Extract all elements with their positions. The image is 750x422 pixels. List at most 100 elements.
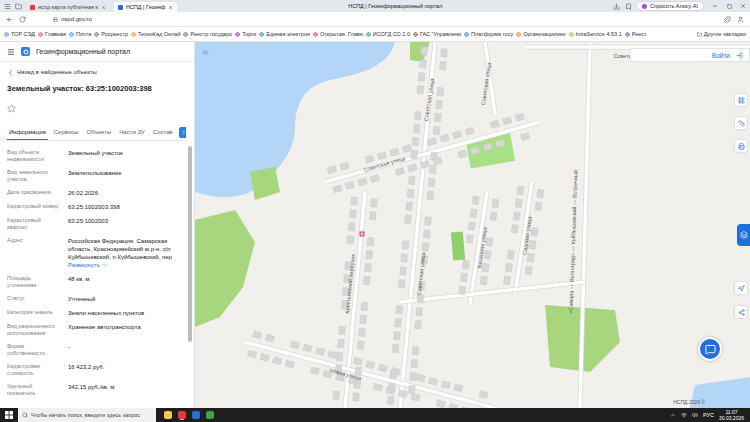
ruler-icon	[738, 120, 745, 127]
scroll-thumb[interactable]	[188, 146, 192, 342]
browser-tab[interactable]: нспд карта публичная к	[26, 2, 110, 12]
app-icon[interactable]	[192, 411, 200, 419]
close-icon[interactable]	[168, 5, 173, 10]
panel-tab[interactable]: Сервисы	[52, 124, 81, 140]
bookmark-item[interactable]: Единая электрон	[259, 31, 310, 37]
logo-icon[interactable]	[21, 47, 30, 56]
field-value: Земли населенных пунктов	[68, 309, 182, 317]
building	[454, 384, 463, 392]
address-field[interactable]: nspd.gov.ru	[49, 14, 719, 25]
maximize-button[interactable]	[722, 0, 736, 12]
windows-logo-icon	[5, 411, 13, 419]
building	[396, 306, 403, 315]
bookmark-label: ИСОГД СО 2.0	[373, 31, 410, 37]
app-header: Геоинформационный портал	[0, 42, 194, 62]
browser-tab[interactable]: НСПД | Геоинф	[114, 2, 177, 12]
bookmark-item[interactable]: Торги	[235, 31, 256, 37]
panel-tab[interactable]: Части ЗУ	[117, 124, 146, 140]
building	[460, 273, 467, 282]
language-indicator[interactable]: РУС	[703, 412, 714, 418]
field-label: Адрес	[7, 237, 61, 269]
building	[327, 166, 336, 174]
map-tool-button[interactable]	[735, 117, 747, 129]
info-field: Удельный показатель342,15 руб./кв. м	[7, 380, 182, 400]
search-icon	[22, 412, 28, 418]
building	[525, 266, 532, 275]
minimize-button[interactable]	[708, 0, 722, 12]
download-icon[interactable]	[613, 3, 620, 10]
bookmark-icon[interactable]	[625, 3, 632, 10]
profile-icon[interactable]	[737, 16, 744, 23]
login-button[interactable]: Войти	[630, 48, 750, 62]
panel-tab[interactable]: Состав	[151, 124, 175, 140]
network-icon[interactable]	[681, 412, 687, 418]
bookmark-item[interactable]: ИСОГД СО 2.0	[366, 31, 410, 37]
map-tool-button[interactable]	[735, 306, 747, 318]
bookmark-item[interactable]: ГАС "Управлени	[413, 31, 461, 37]
bookmark-item[interactable]: Реест	[625, 31, 647, 37]
bookmark-item[interactable]: Почта	[69, 31, 91, 37]
volume-icon[interactable]	[692, 412, 698, 418]
back-link[interactable]: Назад в найденные объекты	[7, 68, 182, 76]
taskbar-search[interactable]: Чтобы начать поиск, введите здесь запрос	[18, 408, 156, 422]
bookmark-item[interactable]: Организационно	[516, 31, 565, 37]
tabs-icon[interactable]	[15, 3, 22, 10]
panel-content: Назад в найденные объектыЗемельный участ…	[0, 62, 186, 408]
back-icon[interactable]	[6, 16, 13, 23]
parcel-marker[interactable]	[360, 232, 364, 236]
taskbar: Чтобы начать поиск, введите здесь запрос…	[0, 408, 750, 422]
expand-link[interactable]: Развернуть	[68, 261, 182, 269]
clock[interactable]: 11:0730.03.2026	[719, 409, 744, 421]
star-icon[interactable]	[7, 104, 16, 113]
scrollbar[interactable]	[188, 62, 192, 408]
assistant-button[interactable]: Спросить Алису AI	[636, 1, 704, 11]
share-icon	[738, 309, 745, 316]
map-tool-button[interactable]	[735, 94, 747, 106]
browser-app-icon[interactable]	[178, 411, 186, 419]
reload-icon[interactable]	[19, 16, 26, 23]
explorer-icon[interactable]	[164, 411, 172, 419]
bookmark-item[interactable]: IntraService 4.53.1	[569, 31, 622, 37]
tabs-scroll-button[interactable]	[179, 127, 186, 138]
building	[486, 237, 493, 246]
building	[436, 100, 443, 109]
building	[517, 186, 524, 195]
building	[416, 307, 423, 316]
map[interactable]: Советская улицаСоветская улицаСоветская …	[195, 42, 750, 408]
extensions-icon[interactable]	[724, 16, 731, 23]
map-canvas[interactable]: Советская улицаСоветская улицаСоветская …	[195, 42, 750, 408]
hamburger-icon[interactable]	[7, 48, 15, 56]
bookmark-item[interactable]: Другие закладки	[697, 31, 746, 37]
building	[411, 150, 418, 159]
bookmark-item[interactable]: ТОР СЭД	[4, 31, 35, 37]
collapse-panel-button[interactable]	[200, 47, 210, 57]
app-icon[interactable]	[206, 411, 214, 419]
panel-tab[interactable]: Информация	[7, 124, 48, 140]
bookmark-label: Реестр государс	[190, 31, 232, 37]
tray-expand-icon[interactable]	[670, 412, 676, 418]
bookmark-item[interactable]: Реестр государс	[183, 31, 232, 37]
bookmark-item[interactable]: Главная	[38, 31, 66, 37]
bookmark-item[interactable]: ТехноКад Онлай	[131, 31, 181, 37]
bookmark-item[interactable]: Открытая. Главн	[313, 31, 363, 37]
building	[400, 267, 407, 276]
map-tool-button[interactable]	[735, 140, 747, 152]
chat-button[interactable]	[698, 337, 722, 361]
layers-tab[interactable]	[737, 224, 750, 246]
panel-tab[interactable]: Объекты	[85, 124, 114, 140]
building	[420, 60, 427, 69]
field-label: Категория земель	[7, 309, 61, 317]
bookmark-item[interactable]: Росреестр	[94, 31, 128, 37]
map-tool-button[interactable]	[735, 282, 747, 294]
menu-icon[interactable]	[4, 3, 11, 10]
start-button[interactable]	[0, 408, 18, 422]
field-label: Статус	[7, 295, 61, 303]
field-label: Площадь уточненная	[7, 275, 61, 289]
field-value: 342,15 руб./кв. м	[68, 383, 182, 391]
close-button[interactable]	[736, 0, 750, 12]
close-icon[interactable]	[101, 5, 106, 10]
building	[402, 145, 411, 153]
bookmark-label: ТехноКад Онлай	[138, 31, 181, 37]
location-icon	[738, 285, 745, 292]
bookmark-item[interactable]: Платформа госу	[464, 31, 513, 37]
